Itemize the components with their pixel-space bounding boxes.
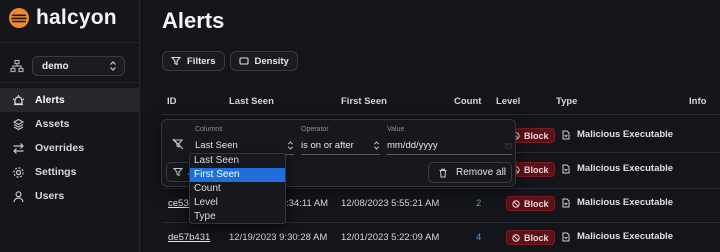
org-hierarchy-icon bbox=[10, 59, 24, 73]
operator-select-value: is on or after bbox=[301, 140, 354, 151]
alerts-icon bbox=[12, 94, 25, 105]
filters-button-label: Filters bbox=[187, 55, 216, 67]
column-option[interactable]: Type bbox=[190, 210, 285, 223]
column-header-first-seen[interactable]: First Seen bbox=[341, 96, 387, 107]
executable-icon bbox=[562, 232, 570, 241]
alert-id-link[interactable]: de57b431 bbox=[168, 232, 210, 243]
density-button-label: Density bbox=[254, 55, 289, 67]
level-badge-label: Block bbox=[524, 130, 549, 141]
operator-select[interactable]: is on or after bbox=[301, 137, 380, 155]
chevron-updown-icon bbox=[373, 141, 380, 150]
calendar-icon[interactable] bbox=[505, 141, 512, 150]
level-badge: Block bbox=[506, 230, 555, 245]
sidebar-item-assets[interactable]: Assets bbox=[0, 112, 140, 136]
sidebar-item-label: Alerts bbox=[35, 94, 65, 106]
chevron-updown-icon bbox=[110, 61, 116, 71]
filters-button[interactable]: Filters bbox=[162, 51, 225, 71]
level-badge-label: Block bbox=[524, 164, 549, 175]
sidebar: halcyon demo Alerts Assets Overrides Set… bbox=[0, 0, 140, 252]
executable-icon bbox=[562, 164, 570, 173]
halcyon-logo-icon bbox=[9, 8, 29, 28]
column-header-level[interactable]: Level bbox=[496, 96, 520, 107]
type-cell: Malicious Executable bbox=[561, 129, 673, 140]
type-label: Malicious Executable bbox=[577, 231, 674, 242]
type-label: Malicious Executable bbox=[577, 129, 674, 140]
sidebar-divider bbox=[0, 82, 140, 83]
org-select-value: demo bbox=[42, 60, 69, 72]
org-selector-row: demo bbox=[10, 56, 125, 76]
filter-add-icon bbox=[173, 168, 183, 177]
page-title: Alerts bbox=[162, 8, 225, 33]
filter-icon bbox=[171, 56, 181, 66]
chevron-updown-icon bbox=[287, 141, 294, 150]
sidebar-item-label: Users bbox=[35, 190, 65, 202]
level-badge-label: Block bbox=[524, 198, 549, 209]
count-link[interactable]: 4 bbox=[476, 232, 481, 243]
trash-icon bbox=[439, 168, 447, 177]
level-badge: Block bbox=[506, 196, 555, 211]
value-label: Value bbox=[387, 126, 405, 133]
logo[interactable]: halcyon bbox=[8, 6, 117, 30]
remove-all-label: Remove all bbox=[456, 167, 507, 178]
org-select[interactable]: demo bbox=[32, 56, 125, 76]
last-seen-cell: 12/19/2023 9:30:28 AM bbox=[229, 232, 328, 243]
header-divider bbox=[162, 114, 720, 115]
overrides-icon bbox=[13, 142, 24, 154]
value-placeholder: mm/dd/yyyy bbox=[387, 140, 438, 151]
block-icon bbox=[512, 199, 520, 208]
columns-label: Columns bbox=[195, 126, 223, 133]
sidebar-item-overrides[interactable]: Overrides bbox=[0, 136, 140, 160]
sidebar-divider bbox=[0, 42, 140, 43]
type-cell: Malicious Executable bbox=[561, 163, 673, 174]
type-label: Malicious Executable bbox=[577, 197, 674, 208]
executable-icon bbox=[562, 130, 570, 139]
sidebar-item-users[interactable]: Users bbox=[0, 184, 140, 208]
operator-label: Operator bbox=[301, 126, 329, 133]
column-option[interactable]: Count bbox=[190, 182, 285, 196]
count-link[interactable]: 2 bbox=[476, 198, 481, 209]
remove-all-button[interactable]: Remove all bbox=[428, 162, 512, 183]
density-button[interactable]: Density bbox=[229, 51, 298, 71]
columns-select-value: Last Seen bbox=[195, 140, 238, 151]
table-toolbar: Filters Density bbox=[162, 51, 298, 71]
sidebar-item-alerts[interactable]: Alerts bbox=[0, 88, 140, 112]
last-seen-cell: :34:11 AM bbox=[286, 198, 329, 209]
executable-icon bbox=[562, 198, 570, 207]
settings-icon bbox=[13, 166, 24, 178]
sidebar-item-settings[interactable]: Settings bbox=[0, 160, 140, 184]
remove-filter-icon[interactable] bbox=[172, 138, 184, 150]
sidebar-item-label: Overrides bbox=[35, 142, 85, 154]
column-header-count[interactable]: Count bbox=[454, 96, 481, 107]
table-row[interactable]: de57b431 12/19/2023 9:30:28 AM 12/01/202… bbox=[140, 224, 720, 252]
assets-icon bbox=[12, 118, 25, 130]
type-cell: Malicious Executable bbox=[561, 197, 673, 208]
app-name: halcyon bbox=[36, 6, 117, 29]
column-option-selected[interactable]: First Seen bbox=[190, 168, 285, 182]
type-cell: Malicious Executable bbox=[561, 231, 673, 242]
sidebar-item-label: Settings bbox=[35, 166, 77, 178]
column-header-id[interactable]: ID bbox=[167, 96, 177, 107]
type-label: Malicious Executable bbox=[577, 163, 674, 174]
column-header-last-seen[interactable]: Last Seen bbox=[229, 96, 274, 107]
column-option[interactable]: Level bbox=[190, 196, 285, 210]
sidebar-nav: Alerts Assets Overrides Settings Users bbox=[0, 88, 140, 208]
columns-dropdown: Last Seen First Seen Count Level Type bbox=[189, 153, 286, 224]
first-seen-cell: 12/01/2023 5:22:09 AM bbox=[341, 232, 440, 243]
density-icon bbox=[238, 57, 249, 65]
value-date-input[interactable]: mm/dd/yyyy bbox=[387, 137, 512, 155]
column-option[interactable]: Last Seen bbox=[190, 154, 285, 168]
user-icon bbox=[13, 190, 24, 202]
column-header-type[interactable]: Type bbox=[556, 96, 577, 107]
level-badge-label: Block bbox=[524, 232, 549, 243]
first-seen-cell: 12/08/2023 5:55:21 AM bbox=[341, 198, 440, 209]
column-header-info[interactable]: Info bbox=[689, 96, 706, 107]
block-icon bbox=[512, 233, 520, 242]
sidebar-item-label: Assets bbox=[35, 118, 70, 130]
